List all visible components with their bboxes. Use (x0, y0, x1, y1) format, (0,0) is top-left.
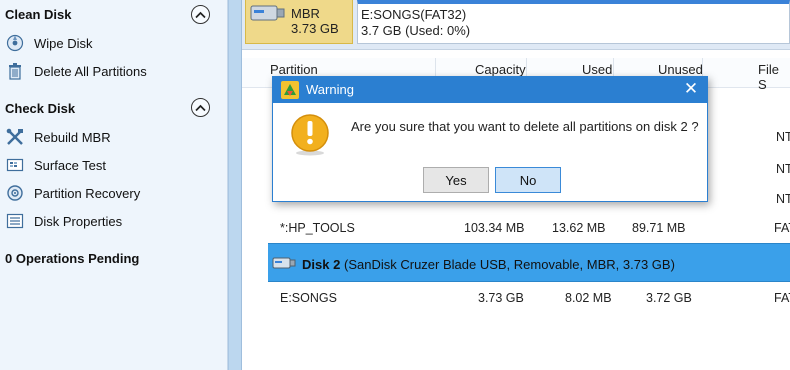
sidebar-item-delete-all-partitions[interactable]: Delete All Partitions (6, 60, 216, 82)
sidebar-item-wipe-disk[interactable]: Wipe Disk (6, 32, 216, 54)
chevron-up-icon (195, 104, 206, 111)
dialog-message: Are you sure that you want to delete all… (351, 119, 699, 134)
file-system-cell: FAT (774, 291, 790, 305)
section-title-clean-disk: Clean Disk (5, 7, 72, 22)
warning-dialog: Warning ✕ Are you sure that you want to … (272, 76, 708, 202)
sidebar-item-label: Delete All Partitions (34, 63, 147, 79)
disk-row-description: (SanDisk Cruzer Blade USB, Removable, MB… (344, 257, 675, 272)
column-header-capacity[interactable]: Capacity (475, 62, 526, 77)
disk-row-selected[interactable]: Disk 2 (SanDisk Cruzer Blade USB, Remova… (268, 243, 790, 282)
collapse-check-disk-button[interactable] (191, 98, 210, 117)
operations-pending-label: 0 Operations Pending (5, 251, 140, 266)
sidebar-item-partition-recovery[interactable]: Partition Recovery (6, 182, 216, 204)
dialog-title-bar[interactable]: Warning ✕ (273, 77, 707, 103)
table-row[interactable]: *:HP_TOOLS 103.34 MB 13.62 MB 89.71 MB F… (268, 217, 790, 241)
chevron-up-icon (195, 11, 206, 18)
sidebar-item-label: Rebuild MBR (34, 129, 111, 145)
yes-button[interactable]: Yes (423, 167, 489, 193)
warning-icon (289, 113, 331, 160)
disk-card-size: 3.73 GB (291, 21, 339, 36)
disk-map: MBR 3.73 GB E:SONGS(FAT32) 3.7 GB (Used:… (242, 0, 790, 50)
dialog-title: Warning (306, 82, 354, 97)
partition-cell: E:SONGS (280, 291, 337, 305)
unused-cell: 3.72 GB (646, 291, 692, 305)
sidebar-item-label: Disk Properties (34, 213, 123, 229)
partition-card-usage: 3.7 GB (Used: 0%) (361, 23, 471, 38)
column-header-used[interactable]: Used (582, 62, 612, 77)
surface-test-icon (6, 156, 24, 174)
dialog-close-button[interactable]: ✕ (683, 80, 699, 98)
partition-cell: *:HP_TOOLS (280, 221, 355, 235)
trash-icon (6, 62, 24, 80)
usb-drive-icon (272, 256, 296, 273)
panel-splitter[interactable] (228, 0, 242, 370)
section-title-check-disk: Check Disk (5, 101, 76, 116)
capacity-cell: 103.34 MB (464, 221, 525, 235)
app-logo-icon (280, 80, 300, 103)
sidebar-item-label: Wipe Disk (34, 35, 93, 51)
properties-icon (6, 212, 24, 230)
used-cell: 8.02 MB (565, 291, 612, 305)
file-system-cell: NT (776, 130, 790, 144)
disk-map-disk-card[interactable]: MBR 3.73 GB (245, 0, 353, 44)
capacity-cell: 3.73 GB (478, 291, 524, 305)
collapse-clean-disk-button[interactable] (191, 5, 210, 24)
sidebar-item-surface-test[interactable]: Surface Test (6, 154, 216, 176)
sidebar-item-disk-properties[interactable]: Disk Properties (6, 210, 216, 232)
disk-card-type: MBR (291, 6, 320, 21)
file-system-cell: NT (776, 162, 790, 176)
wipe-disk-icon (6, 34, 24, 52)
column-header-unused[interactable]: Unused (658, 62, 703, 77)
sidebar-item-rebuild-mbr[interactable]: Rebuild MBR (6, 126, 216, 148)
dialog-body: Are you sure that you want to delete all… (273, 103, 707, 201)
sidebar-item-label: Partition Recovery (34, 185, 141, 201)
tools-icon (6, 128, 24, 146)
used-cell: 13.62 MB (552, 221, 606, 235)
sidebar: Clean Disk Wipe Disk Delete All Partitio… (0, 0, 228, 370)
disk-row-name: Disk 2 (302, 257, 341, 272)
recovery-icon (6, 184, 24, 202)
table-row[interactable]: E:SONGS 3.73 GB 8.02 MB 3.72 GB FAT (268, 287, 790, 311)
usb-drive-icon (250, 2, 286, 29)
no-button[interactable]: No (495, 167, 561, 193)
column-header-partition[interactable]: Partition (270, 62, 318, 77)
file-system-cell: FAT (774, 221, 790, 235)
unused-cell: 89.71 MB (632, 221, 686, 235)
partition-card-label: E:SONGS(FAT32) (361, 7, 467, 22)
sidebar-item-label: Surface Test (34, 157, 107, 173)
file-system-cell: NT (776, 192, 790, 206)
column-header-file-system[interactable]: File S (758, 62, 790, 92)
disk-map-partition-card[interactable]: E:SONGS(FAT32) 3.7 GB (Used: 0%) (357, 0, 790, 44)
